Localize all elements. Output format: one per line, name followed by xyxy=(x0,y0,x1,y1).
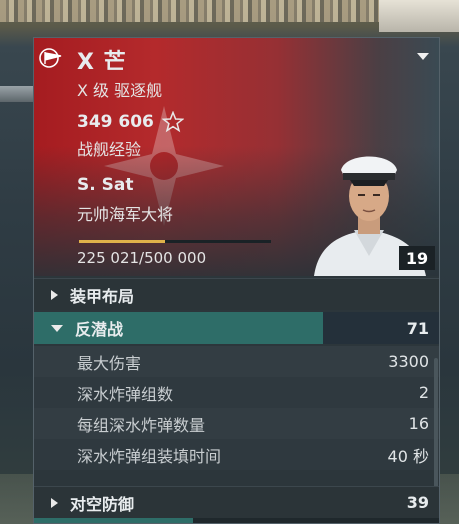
ship-xp-value: 349 606 xyxy=(77,112,154,132)
stat-value: 16 xyxy=(408,414,429,433)
stat-value: 40 秒 xyxy=(387,446,429,466)
asw-stats-list: 最大伤害 3300 深水炸弹组数 2 每组深水炸弹数量 16 深水炸弹组装填时间… xyxy=(34,346,439,470)
ship-type: X 级 驱逐舰 xyxy=(77,81,163,100)
section-aa-label: 对空防御 xyxy=(70,494,135,514)
chevron-right-icon xyxy=(51,289,58,300)
aa-rating-fill xyxy=(34,518,193,523)
chevron-right-icon xyxy=(51,497,58,508)
section-aa[interactable]: 对空防御 39 xyxy=(34,486,439,518)
section-asw-value: 71 xyxy=(406,318,429,338)
stat-row: 深水炸弹组装填时间 40 秒 xyxy=(34,439,439,470)
stat-label: 每组深水炸弹数量 xyxy=(77,415,206,435)
stat-label: 深水炸弹组装填时间 xyxy=(77,446,222,466)
stat-value: 3300 xyxy=(388,352,429,371)
chevron-down-icon[interactable] xyxy=(417,53,429,60)
stat-label: 最大伤害 xyxy=(77,353,142,373)
distant-ship xyxy=(0,86,36,102)
section-asw-label: 反潜战 xyxy=(75,320,124,339)
section-aa-value: 39 xyxy=(406,493,429,512)
stat-row: 最大伤害 3300 xyxy=(34,346,439,377)
aa-rating-bar xyxy=(34,518,439,523)
star-icon xyxy=(162,111,184,133)
ship-name: X 芒 xyxy=(77,50,127,75)
docked-ship xyxy=(379,0,459,32)
stat-row: 深水炸弹组数 2 xyxy=(34,377,439,408)
flag-icon xyxy=(39,48,62,68)
ship-header: X 芒 X 级 驱逐舰 349 606 战舰经验 S. Sat 元帅海军大将 2… xyxy=(34,38,439,276)
commander-progress-fill xyxy=(79,240,166,243)
section-asw[interactable]: 反潜战 71 xyxy=(34,312,439,344)
commander-level-badge: 19 xyxy=(399,246,435,270)
commander-name: S. Sat xyxy=(77,175,134,195)
section-armor[interactable]: 装甲布局 xyxy=(34,278,439,310)
stat-label: 深水炸弹组数 xyxy=(77,384,174,404)
commander-progress-text: 225 021/500 000 xyxy=(77,249,207,267)
section-armor-label: 装甲布局 xyxy=(70,286,135,306)
commander-progress-bar xyxy=(79,240,271,243)
stat-row: 每组深水炸弹数量 16 xyxy=(34,408,439,439)
commander-rank: 元帅海军大将 xyxy=(77,205,174,224)
ship-info-panel: X 芒 X 级 驱逐舰 349 606 战舰经验 S. Sat 元帅海军大将 2… xyxy=(33,37,440,524)
ship-xp-label: 战舰经验 xyxy=(77,140,142,159)
chevron-down-icon xyxy=(51,324,63,332)
stat-value: 2 xyxy=(418,383,429,402)
